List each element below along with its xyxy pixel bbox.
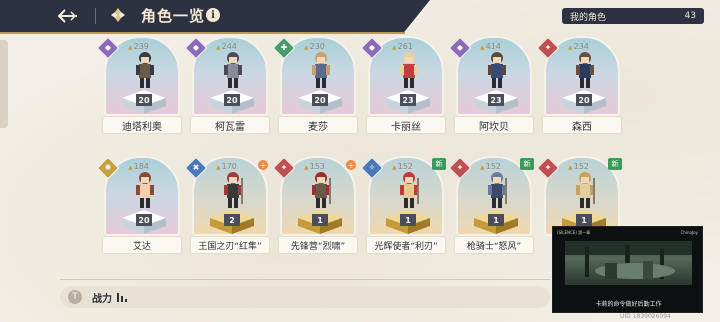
header-divider <box>95 8 96 24</box>
video-overlay[interactable]: (SILENCE) 第一章 ChinaJoy 卡莉的命令做好后勤工作 <box>552 226 703 313</box>
character-name: 先锋营“烈啸” <box>278 236 358 254</box>
level-badge: 1 <box>488 214 504 226</box>
level-badge: 1 <box>312 214 328 226</box>
info-icon[interactable]: i <box>206 8 220 22</box>
my-roles-label: 我的角色 <box>570 12 607 23</box>
character-sprite <box>308 50 334 92</box>
sort-bars-icon[interactable] <box>116 291 128 303</box>
character-name: 阿坎贝 <box>454 116 534 134</box>
level-badge: 20 <box>136 94 152 106</box>
character-sprite <box>484 50 510 92</box>
character-name: 麦莎 <box>278 116 358 134</box>
level-badge: 20 <box>136 214 152 226</box>
character-sprite <box>484 170 510 212</box>
home-button[interactable] <box>110 7 126 23</box>
sort-toggle-button[interactable]: T <box>68 290 82 304</box>
my-roles-counter: 我的角色 43 <box>562 8 704 24</box>
level-badge: 20 <box>224 94 240 106</box>
character-sprite <box>572 50 598 92</box>
back-arrow-icon <box>57 9 77 23</box>
character-sprite <box>132 170 158 212</box>
home-grid-icon <box>111 8 125 22</box>
character-name: 艾达 <box>102 236 182 254</box>
level-badge: 1 <box>576 214 592 226</box>
level-badge: 23 <box>400 94 416 106</box>
new-tag-badge: 新 <box>520 158 534 170</box>
row-divider <box>60 279 550 280</box>
video-scene-art <box>565 241 692 279</box>
character-name: 迪塔利奥 <box>102 116 182 134</box>
video-top-right-text: ChinaJoy <box>680 230 698 235</box>
level-badge: 20 <box>576 94 592 106</box>
sort-bar <box>60 286 550 308</box>
level-badge: 2 <box>224 214 240 226</box>
upgrade-plus-icon: + <box>258 160 268 170</box>
character-sprite <box>396 50 422 92</box>
character-sprite <box>572 170 598 212</box>
video-scene <box>565 241 692 285</box>
upgrade-plus-icon: + <box>346 160 356 170</box>
character-name: 光辉使者“利刃” <box>366 236 446 254</box>
page-title: 角色一览 <box>141 7 206 25</box>
character-name: 柯瓦雷 <box>190 116 270 134</box>
header-accent-line <box>0 32 405 34</box>
character-name: 卡丽丝 <box>366 116 446 134</box>
my-roles-count: 43 <box>684 11 696 21</box>
level-badge: 20 <box>312 94 328 106</box>
back-button[interactable] <box>56 6 80 26</box>
character-name: 王国之刃“红隼” <box>190 236 270 254</box>
character-sprite <box>220 170 246 212</box>
character-sprite <box>132 50 158 92</box>
level-badge: 1 <box>400 214 416 226</box>
video-caption: 卡莉的命令做好后勤工作 <box>595 301 662 308</box>
character-sprite <box>220 50 246 92</box>
new-tag-badge: 新 <box>608 158 622 170</box>
level-badge: 23 <box>488 94 504 106</box>
character-name: 枪骑士“怒风” <box>454 236 534 254</box>
new-tag-badge: 新 <box>432 158 446 170</box>
character-sprite <box>396 170 422 212</box>
uid-text: UID 1839026094 <box>620 313 671 320</box>
character-name: 森西 <box>542 116 622 134</box>
sort-label[interactable]: 战力 <box>92 290 112 305</box>
left-scroll-edge[interactable] <box>0 40 8 128</box>
character-sprite <box>308 170 334 212</box>
video-top-left-text: (SILENCE) 第一章 <box>557 230 591 235</box>
